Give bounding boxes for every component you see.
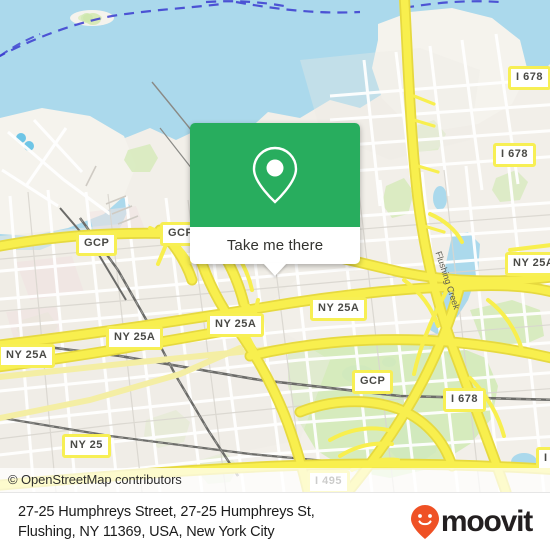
road-shield-gcp-west[interactable]: GCP bbox=[76, 232, 118, 256]
popup-pointer-tail bbox=[263, 263, 287, 276]
moovit-wordmark: moovit bbox=[440, 504, 533, 538]
address-line-1: 27-25 Humphreys Street, 27-25 Humphreys … bbox=[18, 503, 315, 520]
location-popup[interactable]: Take me there bbox=[190, 123, 360, 276]
road-shield-ny25[interactable]: NY 25 bbox=[62, 434, 111, 458]
road-shield-i678-north[interactable]: I 678 bbox=[508, 66, 550, 90]
road-shield-ny25a-mid[interactable]: NY 25A bbox=[207, 313, 265, 337]
address-label: 27-25 Humphreys Street, 27-25 Humphreys … bbox=[18, 502, 315, 542]
road-shield-ny25a-west[interactable]: NY 25A bbox=[106, 326, 164, 350]
take-me-there-button[interactable]: Take me there bbox=[227, 237, 323, 254]
road-shield-i678-mid[interactable]: I 678 bbox=[493, 143, 536, 167]
map-canvas[interactable]: Flushing Creek I 678 I 678 GCP GCP NY 25… bbox=[0, 0, 550, 492]
road-shield-ny25a-edge[interactable]: NY 25A bbox=[0, 344, 56, 368]
moovit-pin-smiley-icon bbox=[410, 504, 439, 539]
popup-header bbox=[190, 123, 360, 227]
moovit-map-screen: Flushing Creek I 678 I 678 GCP GCP NY 25… bbox=[0, 0, 550, 550]
moovit-logo[interactable]: moovit bbox=[410, 504, 536, 540]
road-shield-ny25a-east[interactable]: NY 25A bbox=[505, 252, 550, 276]
map-attribution[interactable]: © OpenStreetMap contributors bbox=[0, 468, 550, 492]
road-shield-ny25a-center[interactable]: NY 25A bbox=[310, 297, 368, 321]
map-pin-icon bbox=[252, 146, 298, 204]
road-shield-i678-south[interactable]: I 678 bbox=[443, 388, 486, 412]
road-shield-gcp-park[interactable]: GCP bbox=[352, 370, 394, 394]
address-line-2: Flushing, NY 11369, USA, New York City bbox=[18, 523, 275, 540]
footer-bar: 27-25 Humphreys Street, 27-25 Humphreys … bbox=[0, 492, 550, 550]
popup-footer[interactable]: Take me there bbox=[190, 227, 360, 276]
